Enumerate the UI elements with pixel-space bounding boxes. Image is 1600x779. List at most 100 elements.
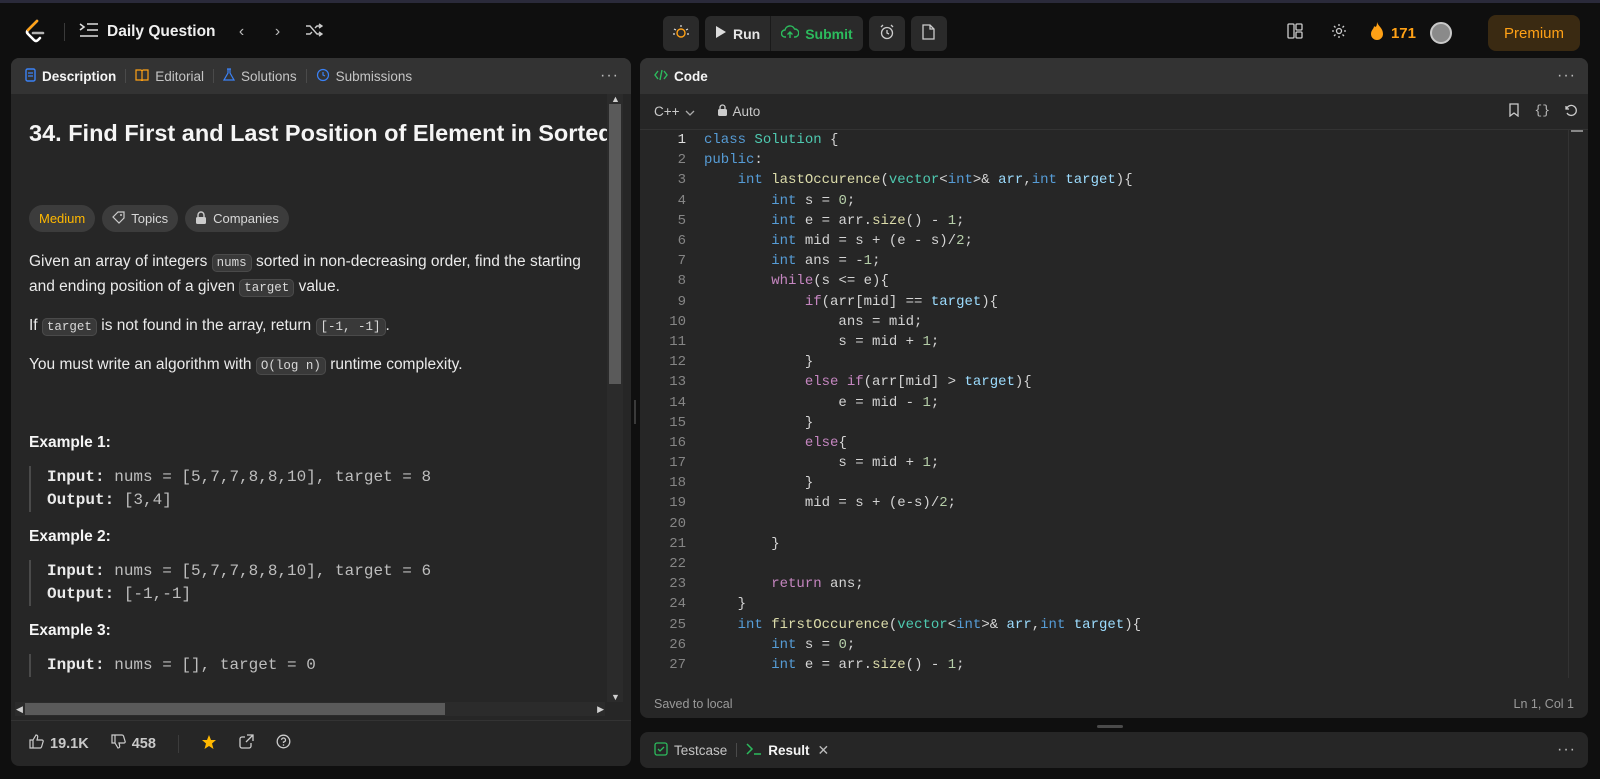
panel-resize-handle[interactable] xyxy=(634,400,636,424)
code-line[interactable]: 2 public: xyxy=(640,150,1570,170)
problem-title[interactable]: 34. Find First and Last Position of Elem… xyxy=(29,120,621,147)
inline-code: O(log n) xyxy=(255,357,326,375)
scroll-left-icon[interactable]: ◀ xyxy=(16,704,23,715)
scroll-up-icon[interactable]: ▲ xyxy=(611,94,620,104)
code-line[interactable]: 22 xyxy=(640,554,1570,574)
notes-button[interactable] xyxy=(910,16,947,51)
code-line[interactable]: 25 int firstOccurence(vector<int>& arr,i… xyxy=(640,615,1570,635)
document-icon xyxy=(25,67,36,85)
next-question-button[interactable]: › xyxy=(260,17,296,47)
scrollbar-thumb[interactable] xyxy=(25,703,445,715)
inline-code: target xyxy=(41,318,97,336)
dislike-count: 458 xyxy=(131,735,156,752)
footer-divider xyxy=(177,734,179,753)
code-line[interactable]: 27 int e = arr.size() - 1; xyxy=(640,655,1570,675)
tab-description[interactable]: Description xyxy=(25,67,116,85)
scrollbar-thumb[interactable] xyxy=(609,104,621,384)
reset-icon[interactable] xyxy=(1564,103,1578,120)
star-icon xyxy=(201,734,217,754)
like-button[interactable]: 19.1K xyxy=(29,734,89,753)
line-number: 18 xyxy=(669,475,686,492)
scroll-down-icon[interactable]: ▼ xyxy=(611,692,620,702)
bookmark-icon[interactable] xyxy=(1508,103,1520,120)
code-line[interactable]: 4 int s = 0; xyxy=(640,191,1570,211)
help-button[interactable] xyxy=(276,734,291,753)
vertical-resize-handle[interactable] xyxy=(1097,725,1123,728)
settings-button[interactable] xyxy=(1317,15,1361,51)
tab-editorial[interactable]: Editorial xyxy=(135,69,204,84)
debug-button[interactable] xyxy=(663,16,699,51)
leetcode-logo[interactable] xyxy=(20,17,50,47)
line-number: 9 xyxy=(677,293,686,310)
close-icon[interactable]: ✕ xyxy=(818,742,830,759)
avatar[interactable] xyxy=(1429,22,1452,44)
code-line[interactable]: 5 int e = arr.size() - 1; xyxy=(640,211,1570,231)
braces-icon[interactable]: {} xyxy=(1534,103,1550,120)
dislike-button[interactable]: 458 xyxy=(111,734,156,753)
daily-question-title: Daily Question xyxy=(107,23,216,40)
layout-icon xyxy=(1287,22,1303,44)
code-line[interactable]: 11 s = mid + 1; xyxy=(640,332,1570,352)
more-icon[interactable]: ··· xyxy=(600,67,619,85)
code-line[interactable]: 9 if(arr[mid] == target){ xyxy=(640,292,1570,312)
code-line[interactable]: 18 } xyxy=(640,473,1570,493)
code-line[interactable]: 24 } xyxy=(640,594,1570,614)
tab-result[interactable]: Result xyxy=(746,743,810,758)
scroll-right-icon[interactable]: ▶ xyxy=(597,704,604,715)
tab-solutions[interactable]: Solutions xyxy=(223,67,297,85)
code-line[interactable]: 14 e = mid - 1; xyxy=(640,392,1570,412)
run-button[interactable]: Run xyxy=(705,16,770,51)
code-line[interactable]: 6 int mid = s + (e - s)/2; xyxy=(640,231,1570,251)
input-label: Input: xyxy=(47,468,105,486)
code-line[interactable]: 26 int s = 0; xyxy=(640,635,1570,655)
prev-question-button[interactable]: ‹ xyxy=(224,17,260,47)
vertical-scrollbar[interactable]: ▲ ▼ xyxy=(607,94,623,702)
tab-code[interactable]: Code xyxy=(654,69,708,84)
line-number: 3 xyxy=(677,172,686,189)
code-text: int firstOccurence(vector<int>& arr,int … xyxy=(737,616,1142,633)
code-line[interactable]: 3 int lastOccurence(vector<int>& arr,int… xyxy=(640,170,1570,190)
code-text: class Solution { xyxy=(704,132,839,149)
code-line[interactable]: 23 return ans; xyxy=(640,574,1570,594)
random-question-button[interactable] xyxy=(296,17,332,47)
code-line[interactable]: 7 int ans = -1; xyxy=(640,251,1570,271)
tab-submissions[interactable]: Submissions xyxy=(316,68,412,85)
tab-editorial-label: Editorial xyxy=(155,68,205,84)
autocomplete-toggle[interactable]: Auto xyxy=(717,104,760,119)
code-editor[interactable]: 1 class Solution {2 public: 3 int lastOccur… xyxy=(640,130,1570,678)
layout-button[interactable] xyxy=(1273,15,1317,51)
description-paragraph-2: If target is not found in the array, ret… xyxy=(29,314,589,339)
code-line[interactable]: 19 mid = s + (e-s)/2; xyxy=(640,493,1570,513)
timer-button[interactable] xyxy=(868,16,905,51)
submit-button[interactable]: Submit xyxy=(770,16,862,51)
code-line[interactable]: 10 ans = mid; xyxy=(640,312,1570,332)
code-line[interactable]: 20 xyxy=(640,514,1570,534)
code-line[interactable]: 8 while(s <= e){ xyxy=(640,271,1570,291)
problem-list-button[interactable]: Daily Question xyxy=(79,22,216,43)
code-line[interactable]: 17 s = mid + 1; xyxy=(640,453,1570,473)
code-line[interactable]: 21 } xyxy=(640,534,1570,554)
code-line[interactable]: 16 else{ xyxy=(640,433,1570,453)
companies-chip[interactable]: Companies xyxy=(185,205,289,232)
tab-testcase[interactable]: Testcase xyxy=(654,741,727,759)
streak-counter[interactable]: 171 xyxy=(1369,21,1416,45)
code-line[interactable]: 13 else if(arr[mid] > target){ xyxy=(640,372,1570,392)
code-text: mid = s + (e-s)/2; xyxy=(704,495,957,512)
more-icon[interactable]: ··· xyxy=(1557,741,1576,759)
topics-chip[interactable]: Topics xyxy=(102,205,179,232)
favorite-button[interactable] xyxy=(201,734,217,754)
example-3-heading: Example 3: xyxy=(29,622,111,639)
lock-icon xyxy=(195,210,207,227)
code-line[interactable]: 12 } xyxy=(640,352,1570,372)
horizontal-scrollbar[interactable]: ◀ ▶ xyxy=(15,702,605,716)
chevron-down-icon xyxy=(685,104,695,119)
code-line[interactable]: 1 class Solution { xyxy=(640,130,1570,150)
premium-button[interactable]: Premium xyxy=(1487,15,1580,51)
share-button[interactable] xyxy=(239,734,254,753)
more-icon[interactable]: ··· xyxy=(1557,67,1576,85)
code-line[interactable]: 15 } xyxy=(640,413,1570,433)
line-number: 7 xyxy=(677,253,686,270)
language-select[interactable]: C++ xyxy=(654,104,695,119)
topics-label: Topics xyxy=(131,211,169,226)
code-text: else if(arr[mid] > target){ xyxy=(804,374,1032,391)
